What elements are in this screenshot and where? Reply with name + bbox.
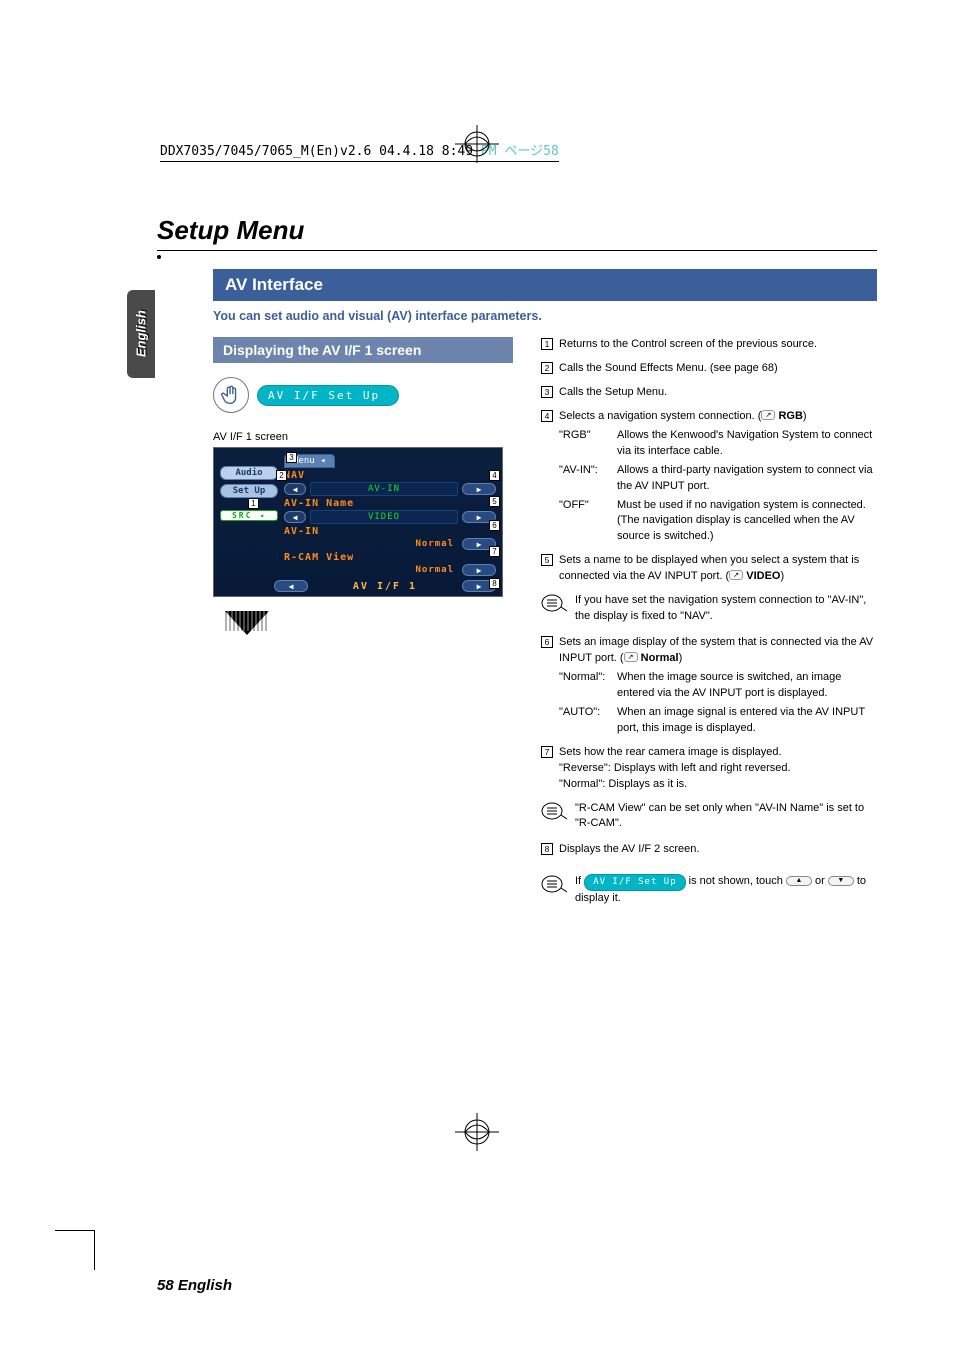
ss-rcam-label: R-CAM View — [284, 552, 496, 563]
num-2: 2 — [541, 362, 553, 374]
note-icon: note — [541, 593, 567, 613]
description-list: 1 Returns to the Control screen of the p… — [541, 337, 877, 585]
av-if-setup-button[interactable]: AV I/F Set Up — [257, 385, 399, 406]
ss-setup-chip: Set Up — [220, 484, 278, 498]
ss-nav-label: NAV — [284, 470, 496, 481]
footnote: If AV I/F Set Up is not shown, touch ▲ o… — [541, 874, 877, 907]
num-5: 5 — [541, 554, 553, 566]
num-7: 7 — [541, 746, 553, 758]
page-footer: 58 English — [157, 1277, 232, 1294]
prev-page-icon: ◀ — [274, 580, 308, 592]
screenshot-label: AV I/F 1 screen — [213, 431, 513, 443]
ss-avin-name-value: VIDEO — [310, 510, 458, 524]
description-list-3: 8 Displays the AV I/F 2 screen. — [541, 842, 877, 858]
registration-mark-bottom — [447, 1113, 507, 1156]
note-icon — [541, 874, 567, 894]
desc-1: Returns to the Control screen of the pre… — [559, 337, 877, 353]
callout-7: 7 — [489, 546, 500, 557]
desc-2: Calls the Sound Effects Menu. (see page … — [559, 361, 877, 377]
default-icon: ↗ — [624, 652, 638, 662]
desc-3: Calls the Setup Menu. — [559, 385, 877, 401]
ss-rcam-value: Normal — [284, 564, 458, 576]
down-arrow-icon — [225, 611, 269, 635]
nav-button-row: AV I/F Set Up — [213, 377, 399, 413]
desc-6: Sets an image display of the system that… — [559, 635, 877, 737]
ss-avin-name-label: AV-IN Name — [284, 498, 496, 509]
desc-5: Sets a name to be displayed when you sel… — [559, 553, 877, 585]
default-icon: ↗ — [761, 410, 775, 420]
desc-8: Displays the AV I/F 2 screen. — [559, 842, 877, 858]
left-subheading: Displaying the AV I/F 1 screen — [213, 337, 513, 363]
left-arrow-icon: ◀ — [284, 483, 306, 495]
crop-mark — [55, 1230, 95, 1270]
callout-8: 8 — [489, 578, 500, 589]
scroll-down-icon[interactable]: ▼ — [828, 876, 854, 886]
ss-nav-value: AV-IN — [310, 482, 458, 496]
registration-mark-top — [447, 125, 507, 168]
ss-src-chip: SRC ◂ — [220, 510, 278, 521]
callout-1: 1 — [248, 498, 259, 509]
language-tab: English — [127, 290, 155, 378]
num-4: 4 — [541, 410, 553, 422]
ss-avin-value: Normal — [284, 538, 458, 550]
title-rule — [157, 250, 877, 251]
section-heading: AV Interface — [213, 269, 877, 301]
right-arrow-icon: ▶ — [462, 483, 496, 495]
num-3: 3 — [541, 386, 553, 398]
default-icon: ↗ — [729, 570, 743, 580]
callout-4: 4 — [489, 470, 500, 481]
num-1: 1 — [541, 338, 553, 350]
note-icon — [541, 801, 567, 821]
desc-7: Sets how the rear camera image is displa… — [559, 745, 877, 793]
av-if-1-screenshot: Audio Set Up SRC ◂ Menu ◂ NAV ◀ AV-IN ▶ — [213, 447, 503, 597]
desc-4: Selects a navigation system connection. … — [559, 409, 877, 546]
scroll-up-icon[interactable]: ▲ — [786, 876, 812, 886]
callout-6: 6 — [489, 520, 500, 531]
ss-avin-label: AV-IN — [284, 526, 496, 537]
ss-footer-title: AV I/F 1 — [314, 581, 456, 592]
num-6: 6 — [541, 636, 553, 648]
section-subtitle: You can set audio and visual (AV) interf… — [213, 309, 877, 323]
callout-2: 2 — [276, 470, 287, 481]
note-5: note If you have set the navigation syst… — [541, 593, 877, 625]
left-arrow-icon: ◀ — [284, 511, 306, 523]
callout-5: 5 — [489, 496, 500, 507]
description-list-2: 6 Sets an image display of the system th… — [541, 635, 877, 792]
page-title: Setup Menu — [157, 215, 877, 246]
hand-icon — [213, 377, 249, 413]
right-arrow-icon: ▶ — [462, 564, 496, 576]
note-7: "R-CAM View" can be set only when "AV-IN… — [541, 801, 877, 833]
ss-audio-chip: Audio — [220, 466, 278, 480]
av-if-setup-button-small[interactable]: AV I/F Set Up — [584, 874, 685, 891]
callout-3: 3 — [286, 452, 297, 463]
num-8: 8 — [541, 843, 553, 855]
